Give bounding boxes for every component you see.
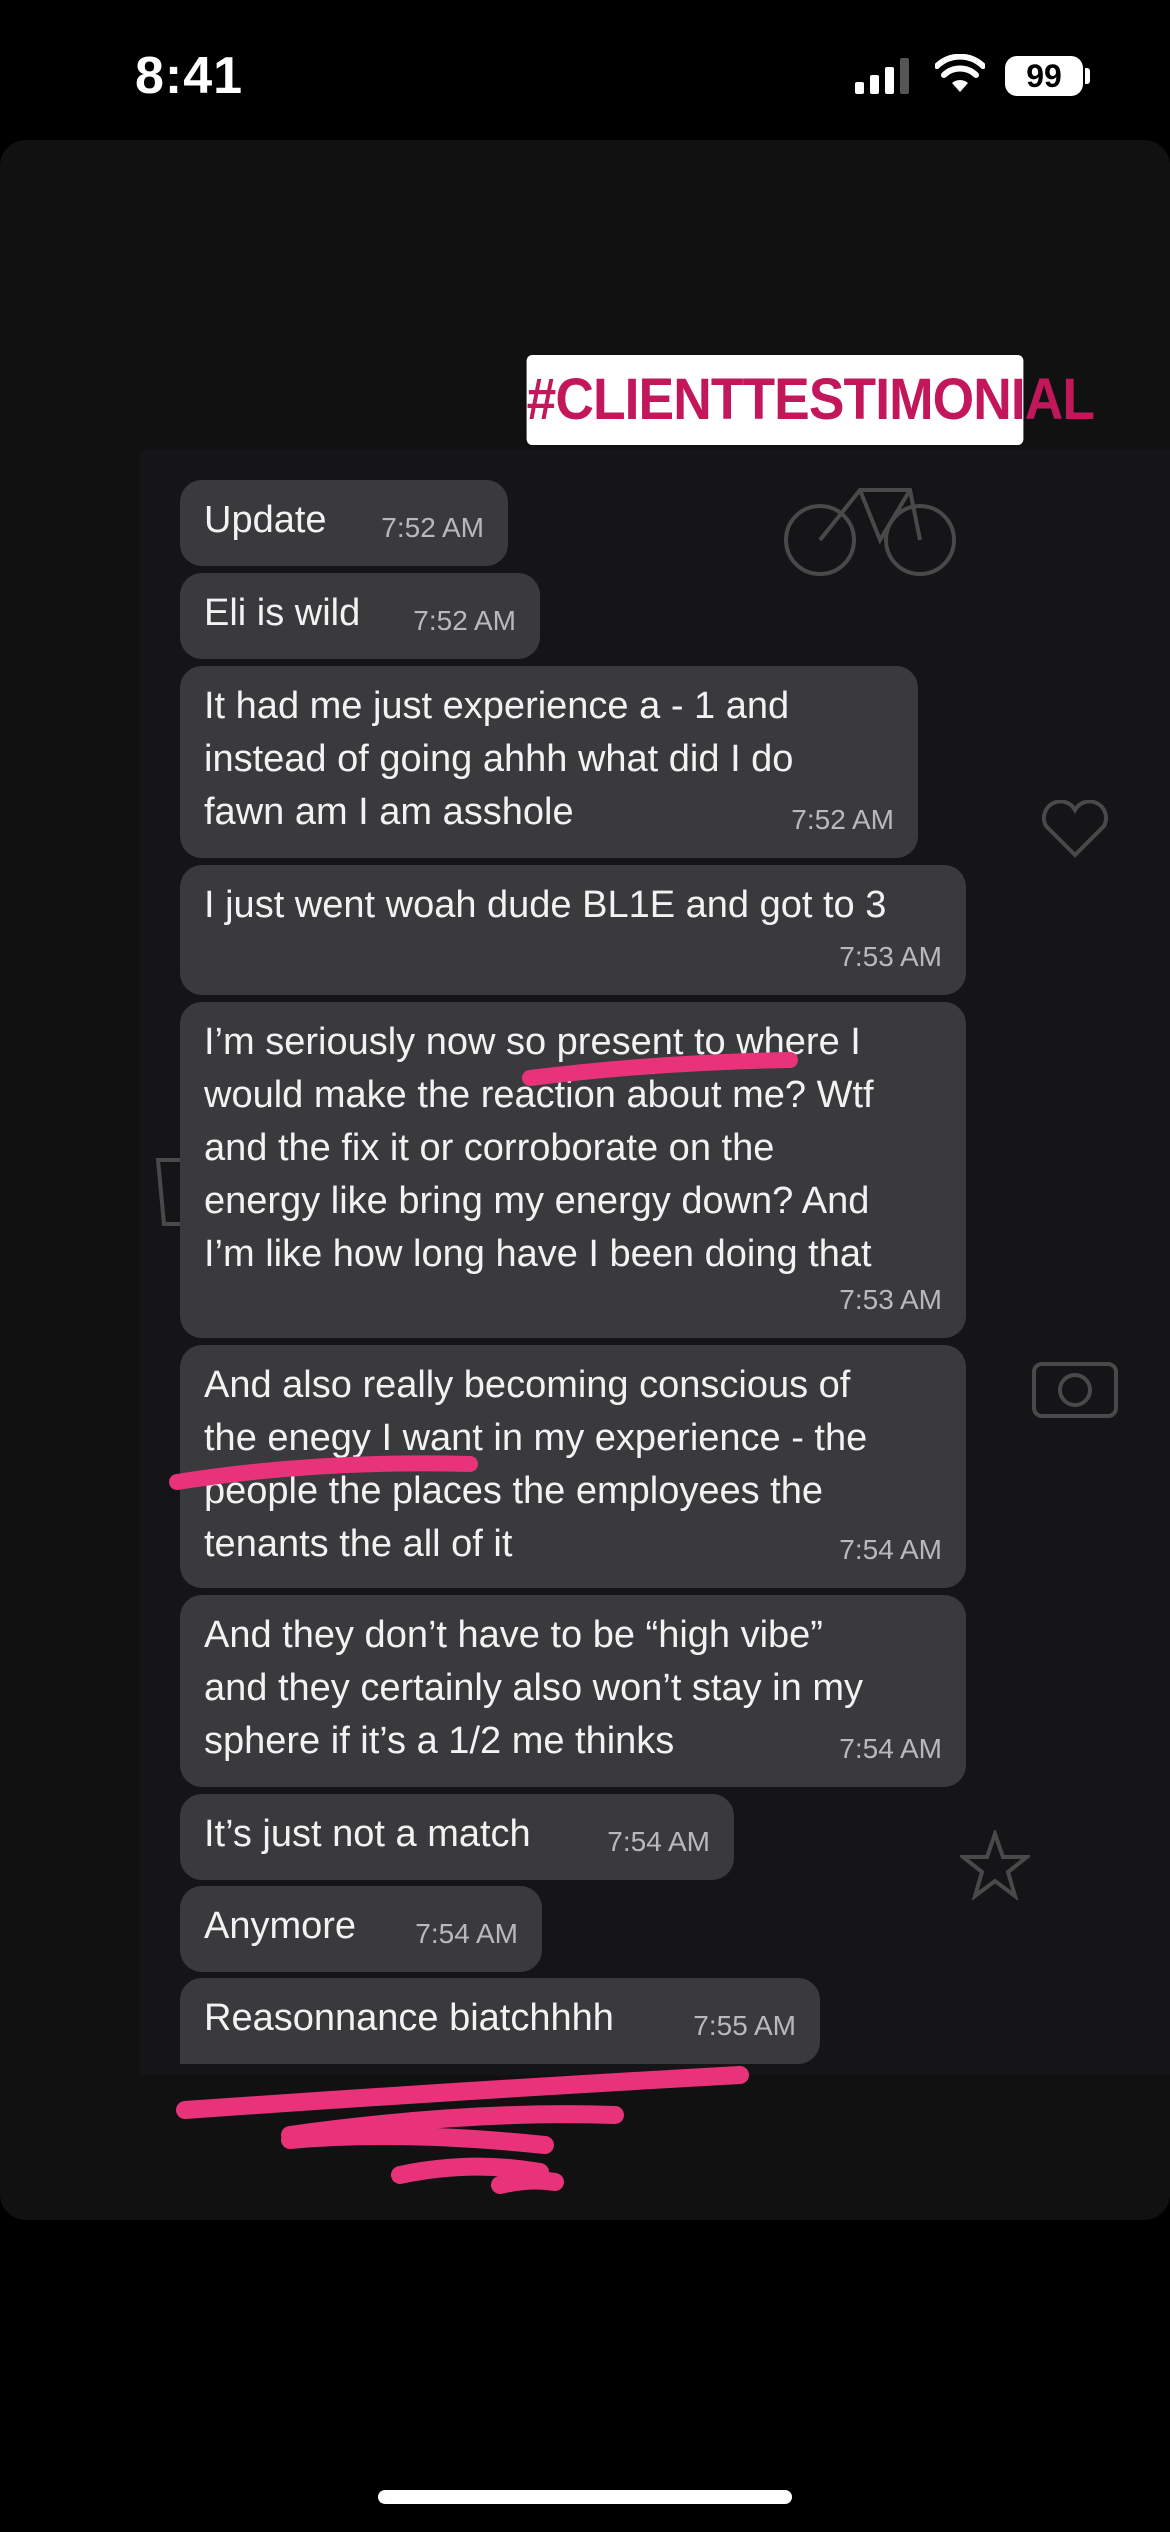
heart-icon — [1041, 800, 1109, 858]
message-time: 7:53 AM — [839, 941, 942, 972]
message-bubble[interactable]: Eli is wild 7:52 AM — [180, 573, 540, 659]
message-text: I just went woah dude BL1E and got to 3 — [204, 884, 887, 926]
message-text: It had me just experience a - 1 and inst… — [204, 685, 794, 833]
battery-icon: 99 — [1005, 56, 1083, 96]
star-icon — [960, 1830, 1030, 1900]
message-time: 7:54 AM — [839, 1733, 942, 1764]
cellular-signal-icon — [855, 58, 909, 94]
message-text: Reasonnance biatchhhh — [204, 1997, 614, 2039]
message-time: 7:53 AM — [839, 1284, 942, 1315]
message-text: And also really becoming conscious of th… — [204, 1364, 868, 1565]
message-bubble[interactable]: Update 7:52 AM — [180, 480, 508, 566]
message-text: Anymore — [204, 1905, 357, 1947]
message-text: And they don’t have to be “high vibe” an… — [204, 1614, 863, 1762]
message-time: 7:54 AM — [607, 1826, 710, 1857]
message-bubble[interactable]: Reasonnance biatchhhh 7:55 AM — [180, 1978, 820, 2064]
message-bubble[interactable]: And also really becoming conscious of th… — [180, 1345, 966, 1588]
wifi-icon — [935, 54, 985, 92]
story-card[interactable]: #CLIENTTESTIMONIAL Update 7:52 AM Eli is… — [0, 140, 1170, 2220]
camera-icon — [1032, 1362, 1118, 1418]
hashtag-sticker[interactable]: #CLIENTTESTIMONIAL — [526, 355, 1095, 445]
message-bubble[interactable]: Anymore 7:54 AM — [180, 1886, 542, 1972]
bicycle-icon — [784, 488, 956, 576]
message-bubble[interactable]: It’s just not a match 7:54 AM — [180, 1794, 734, 1880]
message-time: 7:55 AM — [693, 2010, 796, 2041]
home-indicator[interactable] — [378, 2490, 792, 2504]
status-time: 8:41 — [135, 47, 244, 105]
message-bubble[interactable]: I just went woah dude BL1E and got to 3 … — [180, 865, 966, 995]
message-time: 7:52 AM — [413, 605, 516, 636]
status-bar: 8:41 99 — [0, 0, 1170, 140]
message-bubble[interactable]: I’m seriously now so present to where I … — [180, 1002, 966, 1338]
message-time: 7:52 AM — [791, 804, 894, 835]
scribble-mark — [176, 2066, 749, 2194]
message-time: 7:52 AM — [381, 512, 484, 543]
message-text: I’m seriously now so present to where I … — [204, 1021, 874, 1275]
message-bubble[interactable]: It had me just experience a - 1 and inst… — [180, 666, 918, 858]
message-text: Eli is wild — [204, 592, 361, 634]
message-text: It’s just not a match — [204, 1813, 531, 1855]
message-text: Update — [204, 499, 327, 541]
message-bubble[interactable]: And they don’t have to be “high vibe” an… — [180, 1595, 966, 1787]
battery-tip — [1085, 68, 1090, 84]
message-time: 7:54 AM — [415, 1918, 518, 1949]
message-time: 7:54 AM — [839, 1534, 942, 1565]
